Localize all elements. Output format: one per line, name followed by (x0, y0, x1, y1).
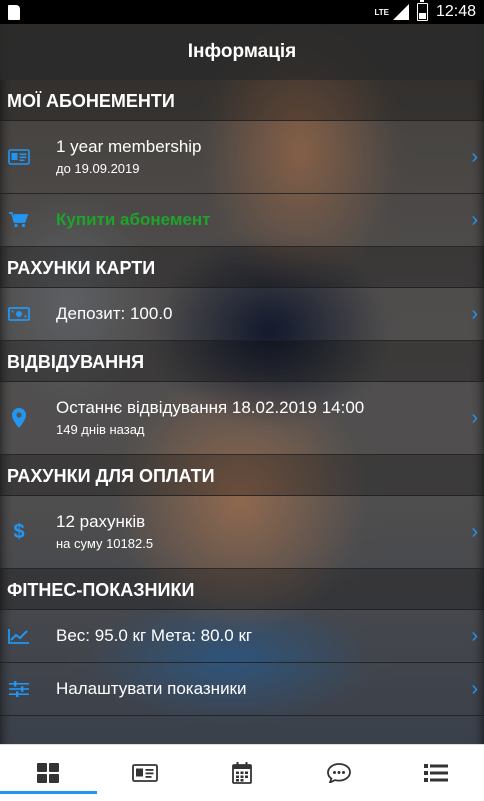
chevron-right-icon: › (471, 678, 478, 700)
dashboard-icon (37, 763, 60, 783)
chart-line-icon (7, 626, 31, 646)
invoices-item[interactable]: $ 12 рахунків на суму 10182.5 › (0, 496, 484, 569)
section-header-invoices: РАХУНКИ ДЛЯ ОПЛАТИ (0, 455, 484, 496)
invoices-count: 12 рахунків (56, 512, 146, 531)
section-header-card-accounts: РАХУНКИ КАРТИ (0, 247, 484, 288)
chevron-right-icon: › (471, 625, 478, 647)
battery-icon (416, 0, 428, 21)
section-header-fitness: ФІТНЕС-ПОКАЗНИКИ (0, 569, 484, 610)
cart-icon (7, 210, 31, 230)
money-icon (7, 304, 31, 324)
chevron-right-icon: › (471, 303, 478, 325)
calendar-icon (232, 762, 252, 784)
nav-calendar[interactable] (194, 745, 291, 801)
sliders-icon (7, 679, 31, 699)
nav-messages[interactable] (290, 745, 387, 801)
deposit-item[interactable]: Депозит: 100.0 › (0, 288, 484, 341)
id-card-icon (7, 147, 31, 167)
nav-list[interactable] (387, 745, 484, 801)
chevron-right-icon: › (471, 521, 478, 543)
buy-membership-button[interactable]: Купити абонемент › (0, 194, 484, 247)
nav-memberships[interactable] (97, 745, 194, 801)
signal-icon (392, 4, 409, 20)
app-bar: Інформація (0, 24, 484, 80)
network-type: LTE (374, 7, 389, 17)
last-visit-item[interactable]: Останнє відвідування 18.02.2019 14:00 14… (0, 382, 484, 455)
configure-metrics-item[interactable]: Налаштувати показники › (0, 663, 484, 716)
page-title: Інформація (187, 41, 297, 62)
weight-item[interactable]: Вес: 95.0 кг Мета: 80.0 кг › (0, 610, 484, 663)
chevron-right-icon: › (471, 209, 478, 231)
chevron-right-icon: › (471, 146, 478, 168)
last-visit-label: Останнє відвідування 18.02.2019 14:00 (56, 398, 365, 417)
list-icon (423, 764, 448, 782)
nav-dashboard[interactable] (0, 745, 97, 801)
section-header-memberships: МОЇ АБОНЕМЕНТИ (0, 80, 484, 121)
sd-card-icon (8, 4, 20, 20)
membership-valid-until: до 19.09.2019 (56, 161, 140, 176)
location-pin-icon (7, 408, 31, 428)
last-visit-ago: 149 днів назад (56, 422, 145, 437)
bottom-navigation (0, 744, 484, 801)
info-list: МОЇ АБОНЕМЕНТИ 1 year membership до 19.0… (0, 80, 484, 744)
id-card-icon (132, 764, 159, 782)
deposit-label: Депозит: 100.0 (56, 304, 173, 323)
status-bar: LTE 12:48 (0, 0, 484, 24)
section-header-visits: ВІДВІДУВАННЯ (0, 341, 484, 382)
membership-item[interactable]: 1 year membership до 19.09.2019 › (0, 121, 484, 194)
invoices-sum: на суму 10182.5 (56, 536, 154, 551)
membership-name: 1 year membership (56, 137, 202, 156)
dollar-icon: $ (13, 520, 25, 543)
chat-icon (326, 763, 351, 783)
chevron-right-icon: › (471, 407, 478, 429)
buy-membership-label: Купити абонемент (56, 210, 211, 229)
configure-metrics-label: Налаштувати показники (56, 679, 247, 698)
clock: 12:48 (435, 3, 476, 20)
weight-label: Вес: 95.0 кг Мета: 80.0 кг (56, 626, 253, 645)
